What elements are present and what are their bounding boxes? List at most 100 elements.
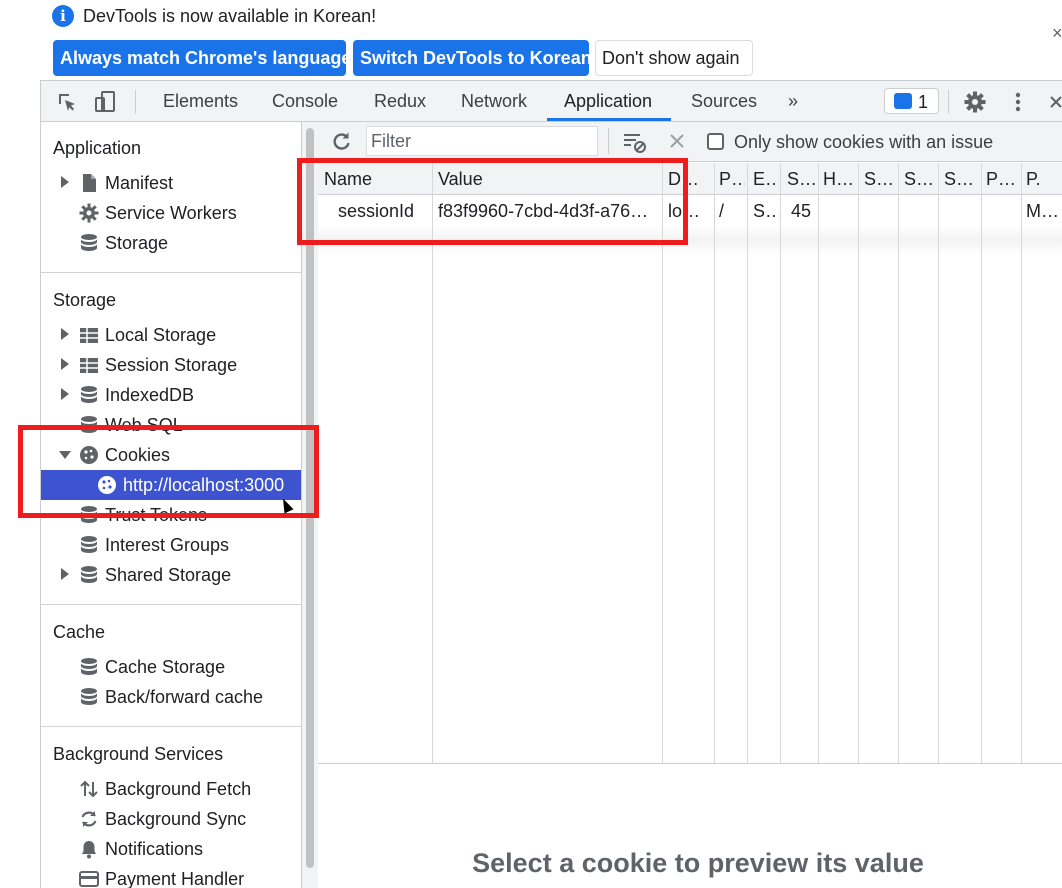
table-grid-icon [80, 358, 98, 373]
dont-show-again-button[interactable]: Don't show again [595, 40, 753, 76]
column-header-priority[interactable]: P. [1026, 168, 1056, 190]
annotation-highlight-cookies [18, 425, 319, 518]
expand-arrow-icon[interactable] [61, 358, 69, 370]
sidebar-item-bfcache[interactable]: Back/forward cache [41, 682, 301, 712]
tab-redux[interactable]: Redux [372, 81, 428, 122]
bell-icon [82, 841, 96, 859]
sidebar-item-indexeddb[interactable]: IndexedDB [41, 380, 301, 410]
database-icon [81, 688, 97, 705]
sidebar-item-background-sync[interactable]: Background Sync [41, 804, 301, 834]
sidebar-item-background-fetch[interactable]: Background Fetch [41, 774, 301, 804]
gear-icon [79, 203, 99, 223]
sidebar-item-session-storage[interactable]: Session Storage [41, 350, 301, 380]
tab-application[interactable]: Application [562, 81, 654, 122]
filter-input[interactable] [371, 127, 591, 155]
sidebar-item-interest-groups[interactable]: Interest Groups [41, 530, 301, 560]
active-tab-indicator [547, 118, 671, 121]
filter-field[interactable] [366, 126, 598, 156]
infobar-message: DevTools is now available in Korean! [83, 6, 377, 26]
close-devtools-icon[interactable] [1045, 90, 1062, 114]
refresh-icon[interactable] [330, 130, 352, 152]
issues-icon [894, 93, 912, 109]
sidebar-item-label: Session Storage [105, 355, 238, 375]
tab-elements[interactable]: Elements [161, 81, 240, 122]
issues-button[interactable]: 1 [884, 88, 939, 114]
database-icon [81, 234, 97, 251]
toolbar-divider [608, 128, 609, 154]
expand-arrow-icon[interactable] [61, 328, 69, 340]
column-header-sameparty[interactable]: S… [944, 168, 978, 190]
column-header-path[interactable]: P… [719, 168, 745, 190]
column-divider [714, 163, 715, 763]
more-tabs-icon[interactable]: » [786, 81, 800, 122]
toolbar-divider [948, 90, 949, 114]
more-options-icon[interactable] [1006, 90, 1030, 114]
expand-arrow-icon[interactable] [61, 176, 69, 188]
column-header-samesite[interactable]: S… [904, 168, 936, 190]
column-divider [432, 163, 433, 763]
sidebar-item-storage-overview[interactable]: Storage [41, 228, 301, 258]
cookie-path-cell[interactable]: / [719, 200, 745, 222]
tab-console[interactable]: Console [270, 81, 340, 122]
device-toolbar-icon[interactable] [93, 90, 117, 114]
inspect-element-icon[interactable] [55, 90, 79, 114]
cookie-preview-empty-message: Select a cookie to preview its value [472, 848, 924, 878]
expand-arrow-icon[interactable] [61, 388, 69, 400]
column-header-httponly[interactable]: H… [823, 168, 857, 190]
sidebar-item-label: Shared Storage [105, 565, 232, 585]
column-header-partition-key[interactable]: P… [986, 168, 1020, 190]
sidebar-item-label: Background Sync [105, 809, 247, 829]
sidebar-item-label: Notifications [105, 839, 204, 859]
column-divider [898, 163, 899, 763]
column-divider [662, 163, 663, 763]
sidebar-item-label: Storage [105, 233, 169, 253]
switch-to-korean-button[interactable]: Switch DevTools to Korean [353, 40, 592, 76]
cookie-size-cell[interactable]: 45 [791, 200, 817, 222]
database-icon [81, 536, 97, 553]
table-grid-icon [80, 328, 98, 343]
sidebar-item-label: Payment Handler [105, 869, 245, 888]
section-divider [41, 272, 301, 273]
sidebar-item-cache-storage[interactable]: Cache Storage [41, 652, 301, 682]
column-divider [747, 163, 748, 763]
tab-network[interactable]: Network [459, 81, 529, 122]
cookie-priority-cell[interactable]: M… [1026, 200, 1060, 222]
annotation-highlight-cookie-row [297, 158, 688, 245]
sidebar-item-notifications[interactable]: Notifications [41, 834, 301, 864]
clear-filtered-cookies-icon[interactable] [622, 130, 648, 154]
sidebar-item-payment-handler[interactable]: Payment Handler [41, 864, 301, 888]
credit-card-icon [79, 871, 99, 887]
only-issues-label: Only show cookies with an issue [734, 132, 994, 152]
sidebar-item-manifest[interactable]: Manifest [41, 168, 301, 198]
up-down-arrows-icon [80, 780, 98, 798]
column-divider [938, 163, 939, 763]
section-title-background-services: Background Services [53, 744, 224, 764]
tab-sources[interactable]: Sources [689, 81, 759, 122]
sidebar-item-service-workers[interactable]: Service Workers [41, 198, 301, 228]
sidebar-item-label: Cache Storage [105, 657, 226, 677]
toolbar-divider [135, 90, 136, 114]
section-title-application: Application [53, 138, 142, 158]
cookie-expires-cell[interactable]: S… [753, 200, 779, 222]
column-header-size[interactable]: S… [787, 168, 817, 190]
database-icon [81, 658, 97, 675]
issues-count: 1 [918, 92, 929, 112]
database-icon [81, 566, 97, 583]
column-header-secure[interactable]: S… [864, 168, 896, 190]
section-divider [41, 726, 301, 727]
always-match-language-button[interactable]: Always match Chrome's language [53, 40, 351, 76]
section-divider [41, 604, 301, 605]
column-header-expires[interactable]: E… [753, 168, 779, 190]
column-divider [818, 163, 819, 763]
sidebar-item-label: IndexedDB [105, 385, 195, 405]
delete-selected-icon[interactable] [668, 132, 686, 150]
expand-arrow-icon[interactable] [61, 568, 69, 580]
sidebar-item-shared-storage[interactable]: Shared Storage [41, 560, 301, 590]
sidebar-item-label: Manifest [105, 173, 174, 193]
settings-gear-icon[interactable] [963, 90, 987, 114]
column-divider [981, 163, 982, 763]
close-icon[interactable]: × [1052, 23, 1062, 44]
sidebar-item-label: Background Fetch [105, 779, 252, 799]
sidebar-item-local-storage[interactable]: Local Storage [41, 320, 301, 350]
only-issues-checkbox[interactable] [707, 133, 724, 150]
